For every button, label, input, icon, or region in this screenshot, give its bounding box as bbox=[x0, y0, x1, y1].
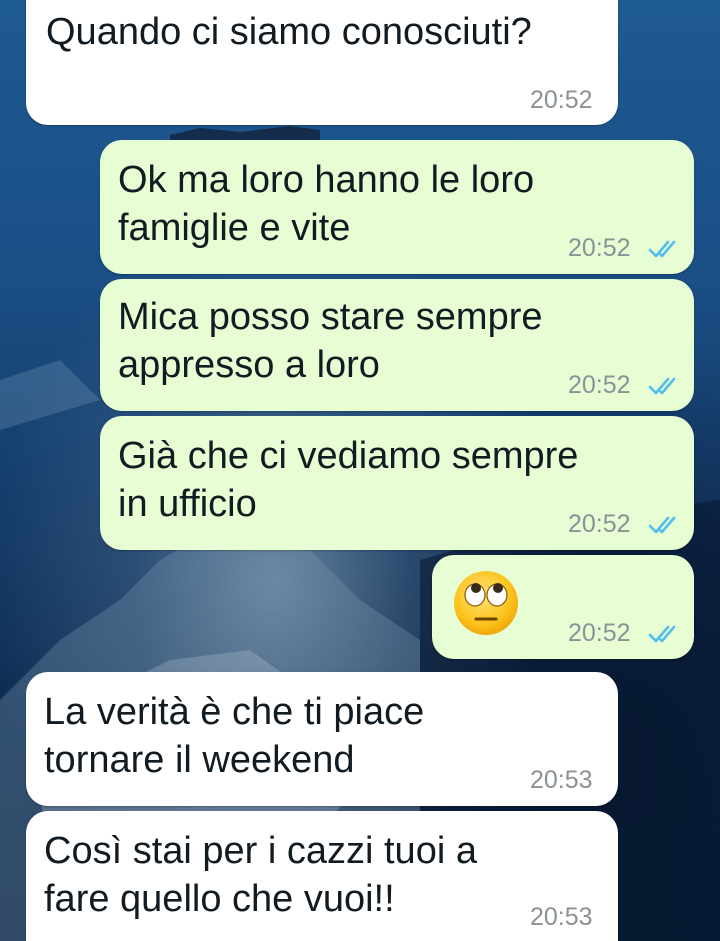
message-timestamp: 20:52 bbox=[530, 86, 593, 114]
double-check-icon bbox=[648, 377, 676, 395]
message-bubble-outgoing[interactable]: Ok ma loro hanno le loro famiglie e vite… bbox=[100, 140, 694, 274]
message-text: Così stai per i cazzi tuoi a fare quello… bbox=[44, 830, 477, 920]
message-bubble-outgoing[interactable]: Mica posso stare sempre appresso a loro … bbox=[100, 279, 694, 411]
message-text: Quando ci siamo conosciuti? bbox=[46, 11, 532, 53]
face-with-rolling-eyes-emoji bbox=[454, 571, 518, 635]
message-bubble-incoming[interactable]: Così stai per i cazzi tuoi a fare quello… bbox=[26, 811, 618, 941]
message-timestamp: 20:53 bbox=[530, 903, 593, 931]
message-bubble-outgoing-emoji[interactable]: 20:52 bbox=[432, 555, 694, 659]
message-timestamp: 20:52 bbox=[568, 371, 631, 399]
message-timestamp: 20:53 bbox=[530, 766, 593, 794]
message-bubble-incoming[interactable]: La verità è che ti piace tornare il week… bbox=[26, 672, 618, 806]
double-check-icon bbox=[648, 516, 676, 534]
message-timestamp: 20:52 bbox=[568, 619, 631, 647]
message-timestamp: 20:52 bbox=[568, 510, 631, 538]
message-bubble-incoming[interactable]: Quando ci siamo conosciuti? 20:52 bbox=[26, 0, 618, 125]
message-text: La verità è che ti piace tornare il week… bbox=[44, 691, 425, 781]
message-bubble-outgoing[interactable]: Già che ci vediamo sempre in ufficio 20:… bbox=[100, 416, 694, 550]
message-timestamp: 20:52 bbox=[568, 234, 631, 262]
message-text: Già che ci vediamo sempre in ufficio bbox=[118, 435, 579, 525]
message-text: Mica posso stare sempre appresso a loro bbox=[118, 296, 543, 386]
double-check-icon bbox=[648, 240, 676, 258]
message-text: Ok ma loro hanno le loro famiglie e vite bbox=[118, 159, 535, 249]
double-check-icon bbox=[648, 625, 676, 643]
